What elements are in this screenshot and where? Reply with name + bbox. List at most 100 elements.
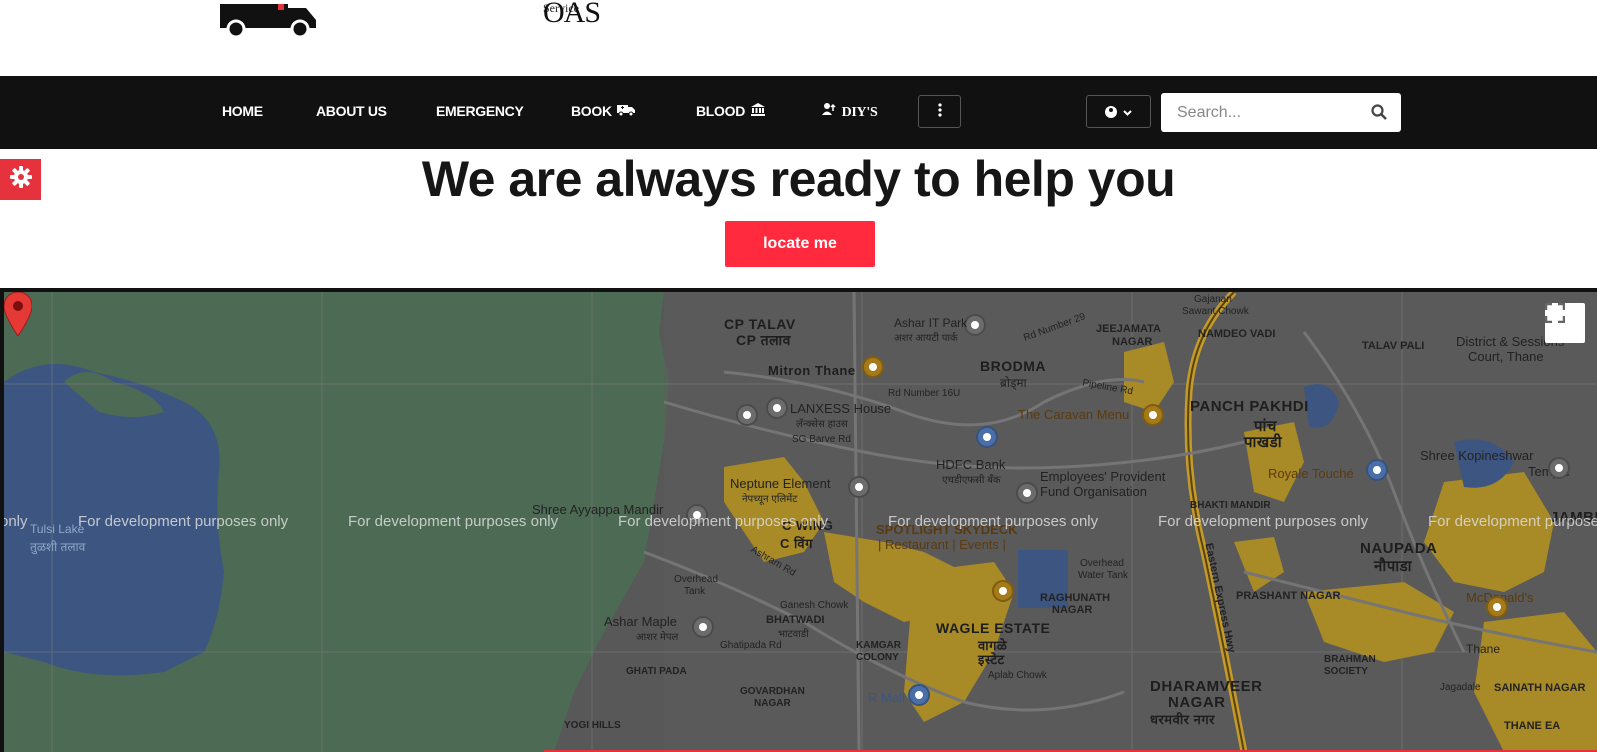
map-label-dharamveer-nagar: NAGAR [1168, 694, 1226, 711]
map-label-namdeo-vadi: NAMDEO VADI [1198, 328, 1276, 340]
hotel-icon[interactable] [1366, 459, 1388, 481]
nav-book-label: BOOK [571, 103, 612, 119]
fullscreen-button[interactable] [1545, 303, 1585, 343]
locate-me-button[interactable]: locate me [725, 221, 875, 267]
watermark: For development purposes only [78, 513, 289, 530]
map-label-restaurant-events: | Restaurant | Events | [878, 537, 1006, 552]
logo-name: OAS [543, 0, 601, 29]
header-logo-strip: Ambulance Service OAS [0, 0, 1597, 76]
map-label-hdfc-bank: HDFC Bank [936, 457, 1006, 472]
kebab-icon [937, 103, 942, 120]
chevron-down-icon [1123, 105, 1132, 119]
nav-blood-label: BLOOD [696, 103, 746, 119]
map-label-aplab-chowk: Aplab Chowk [988, 670, 1047, 681]
user-menu-button[interactable] [1086, 95, 1151, 128]
temple-icon[interactable] [1548, 457, 1570, 479]
user-circle-icon [1105, 105, 1117, 118]
map-label-ashar-it-park-local: अशर आयटी पार्क [894, 333, 958, 344]
nav-about-us[interactable]: ABOUT US [316, 103, 387, 119]
nav-home[interactable]: HOME [222, 103, 263, 119]
watermark: For development purposes only [618, 513, 829, 530]
map-label-panch-pakhdi: PANCH PAKHDI [1190, 398, 1309, 415]
map-label-sawant-chowk: Sawant Chowk [1182, 306, 1249, 317]
map-label-govardhan-nagar: NAGAR [754, 698, 791, 709]
ambulance-icon [617, 104, 636, 119]
map-label-panch-pakhdi-local-2: पाखडी [1244, 434, 1283, 451]
map-label-colony: COLONY [856, 652, 899, 663]
restaurant-icon[interactable] [1486, 596, 1508, 618]
map-poi-icon[interactable] [964, 314, 986, 336]
watermark-edge: only [4, 513, 28, 530]
restaurant-icon[interactable] [862, 356, 884, 378]
location-pin-icon[interactable] [4, 292, 32, 336]
main-nav: HOME ABOUT US EMERGENCY BOOK BLOOD DIY'S [0, 76, 1597, 149]
map-label-c-wing-local: C विंग [780, 536, 813, 551]
more-menu-button[interactable] [918, 95, 961, 128]
restaurant-icon[interactable] [1142, 404, 1164, 426]
map-label-cp-talav: CP TALAV [724, 316, 796, 332]
nav-blood[interactable]: BLOOD [696, 103, 765, 119]
map-poi-icon[interactable] [1016, 482, 1038, 504]
map-label-bhatwadi: BHATWADI [766, 614, 825, 626]
nav-home-label: HOME [222, 103, 263, 119]
nav-about-us-label: ABOUT US [316, 103, 387, 119]
map-label-lanxess-local: लॅन्क्सेस हाउस [796, 419, 848, 430]
map-poi-icon[interactable] [766, 397, 788, 419]
map-label-fund-org: Fund Organisation [1040, 484, 1147, 499]
map-label-overhead-tank: Overhead [674, 574, 718, 585]
map-label-jeejamata-nagar: NAGAR [1112, 336, 1153, 348]
nav-emergency[interactable]: EMERGENCY [436, 103, 524, 119]
nav-emergency-label: EMERGENCY [436, 103, 524, 119]
map-label-rd-16u: Rd Number 16U [888, 388, 961, 399]
nav-diys[interactable]: DIY'S [822, 103, 878, 121]
map-label-thane: Thane [1466, 642, 1501, 656]
map-label-thane-east: THANE EA [1504, 720, 1561, 732]
map-label-caravan-menu: The Caravan Menu [1018, 407, 1130, 422]
map-label-neptune: Neptune Element [730, 476, 831, 491]
map-label-wagle-local-2: इस्टेट [978, 652, 1005, 667]
search-input[interactable] [1161, 93, 1361, 132]
map-label-tank: Tank [684, 586, 706, 597]
bank-icon [750, 103, 765, 119]
map-label-prashant-nagar: PRASHANT NAGAR [1236, 590, 1341, 602]
map-label-tulsi-local: तुळशी तलाव [30, 540, 86, 554]
school-icon[interactable] [736, 404, 758, 426]
map-label-jeejamata: JEEJAMATA [1096, 323, 1161, 335]
nav-book[interactable]: BOOK [571, 103, 636, 119]
map-label-wagle-estate: WAGLE ESTATE [936, 620, 1051, 636]
watermark: For development purposes only [1158, 513, 1369, 530]
map-label-govardhan: GOVARDHAN [740, 686, 805, 697]
map-label-mitron-thane: Mitron Thane [768, 363, 856, 378]
oas-logo[interactable]: Ambulance Service OAS [218, 0, 601, 39]
map-poi-icon[interactable] [848, 476, 870, 498]
watermark: For development purposes only [888, 513, 1099, 530]
map-label-yogi-hills: YOGI HILLS [564, 720, 621, 731]
map-label-bhakti-mandir: BHAKTI MANDIR [1190, 500, 1271, 511]
map-label-naupada: NAUPADA [1360, 540, 1438, 557]
restaurant-icon[interactable] [992, 580, 1014, 602]
map-label-kamgar: KAMGAR [856, 640, 901, 651]
map-label-brodma-local: ब्रोड्मा [1000, 376, 1027, 390]
shopping-icon[interactable] [908, 684, 930, 706]
user-upload-icon [822, 103, 836, 119]
map-label-ganesh-chowk: Ganesh Chowk [780, 600, 849, 611]
map-label-sg-barve: SG Barve Rd [792, 434, 851, 445]
page: Ambulance Service OAS HOME ABOUT US EMER… [0, 0, 1597, 752]
map-label-cp-talav-local: CP तलाव [736, 332, 791, 348]
map[interactable]: CP TALAV CP तलाव Ashar IT Park अशर आयटी … [4, 292, 1597, 752]
search-box [1161, 93, 1401, 132]
bank-poi-icon[interactable] [976, 426, 998, 448]
search-icon[interactable] [1371, 104, 1387, 120]
map-label-gajanan: Gajanan [1194, 294, 1232, 305]
watermark: For development purposes only [1428, 513, 1597, 530]
map-label-sainath-nagar: SAINATH NAGAR [1494, 682, 1586, 694]
map-poi-icon[interactable] [692, 616, 714, 638]
map-label-employees-pf: Employees' Provident [1040, 469, 1166, 484]
map-label-bhatwadi-local: भाटवाडी [778, 629, 809, 640]
map-label-talav-pali: TALAV PALI [1362, 340, 1425, 352]
hero-title: We are always ready to help you [421, 151, 1176, 207]
map-label-tulsi-lake: Tulsi Lake [30, 522, 85, 536]
map-label-ghati-pada: GHATI PADA [626, 666, 687, 677]
map-frame: CP TALAV CP तलाव Ashar IT Park अशर आयटी … [0, 288, 1597, 752]
map-label-dharamveer: DHARAMVEER [1150, 678, 1263, 695]
